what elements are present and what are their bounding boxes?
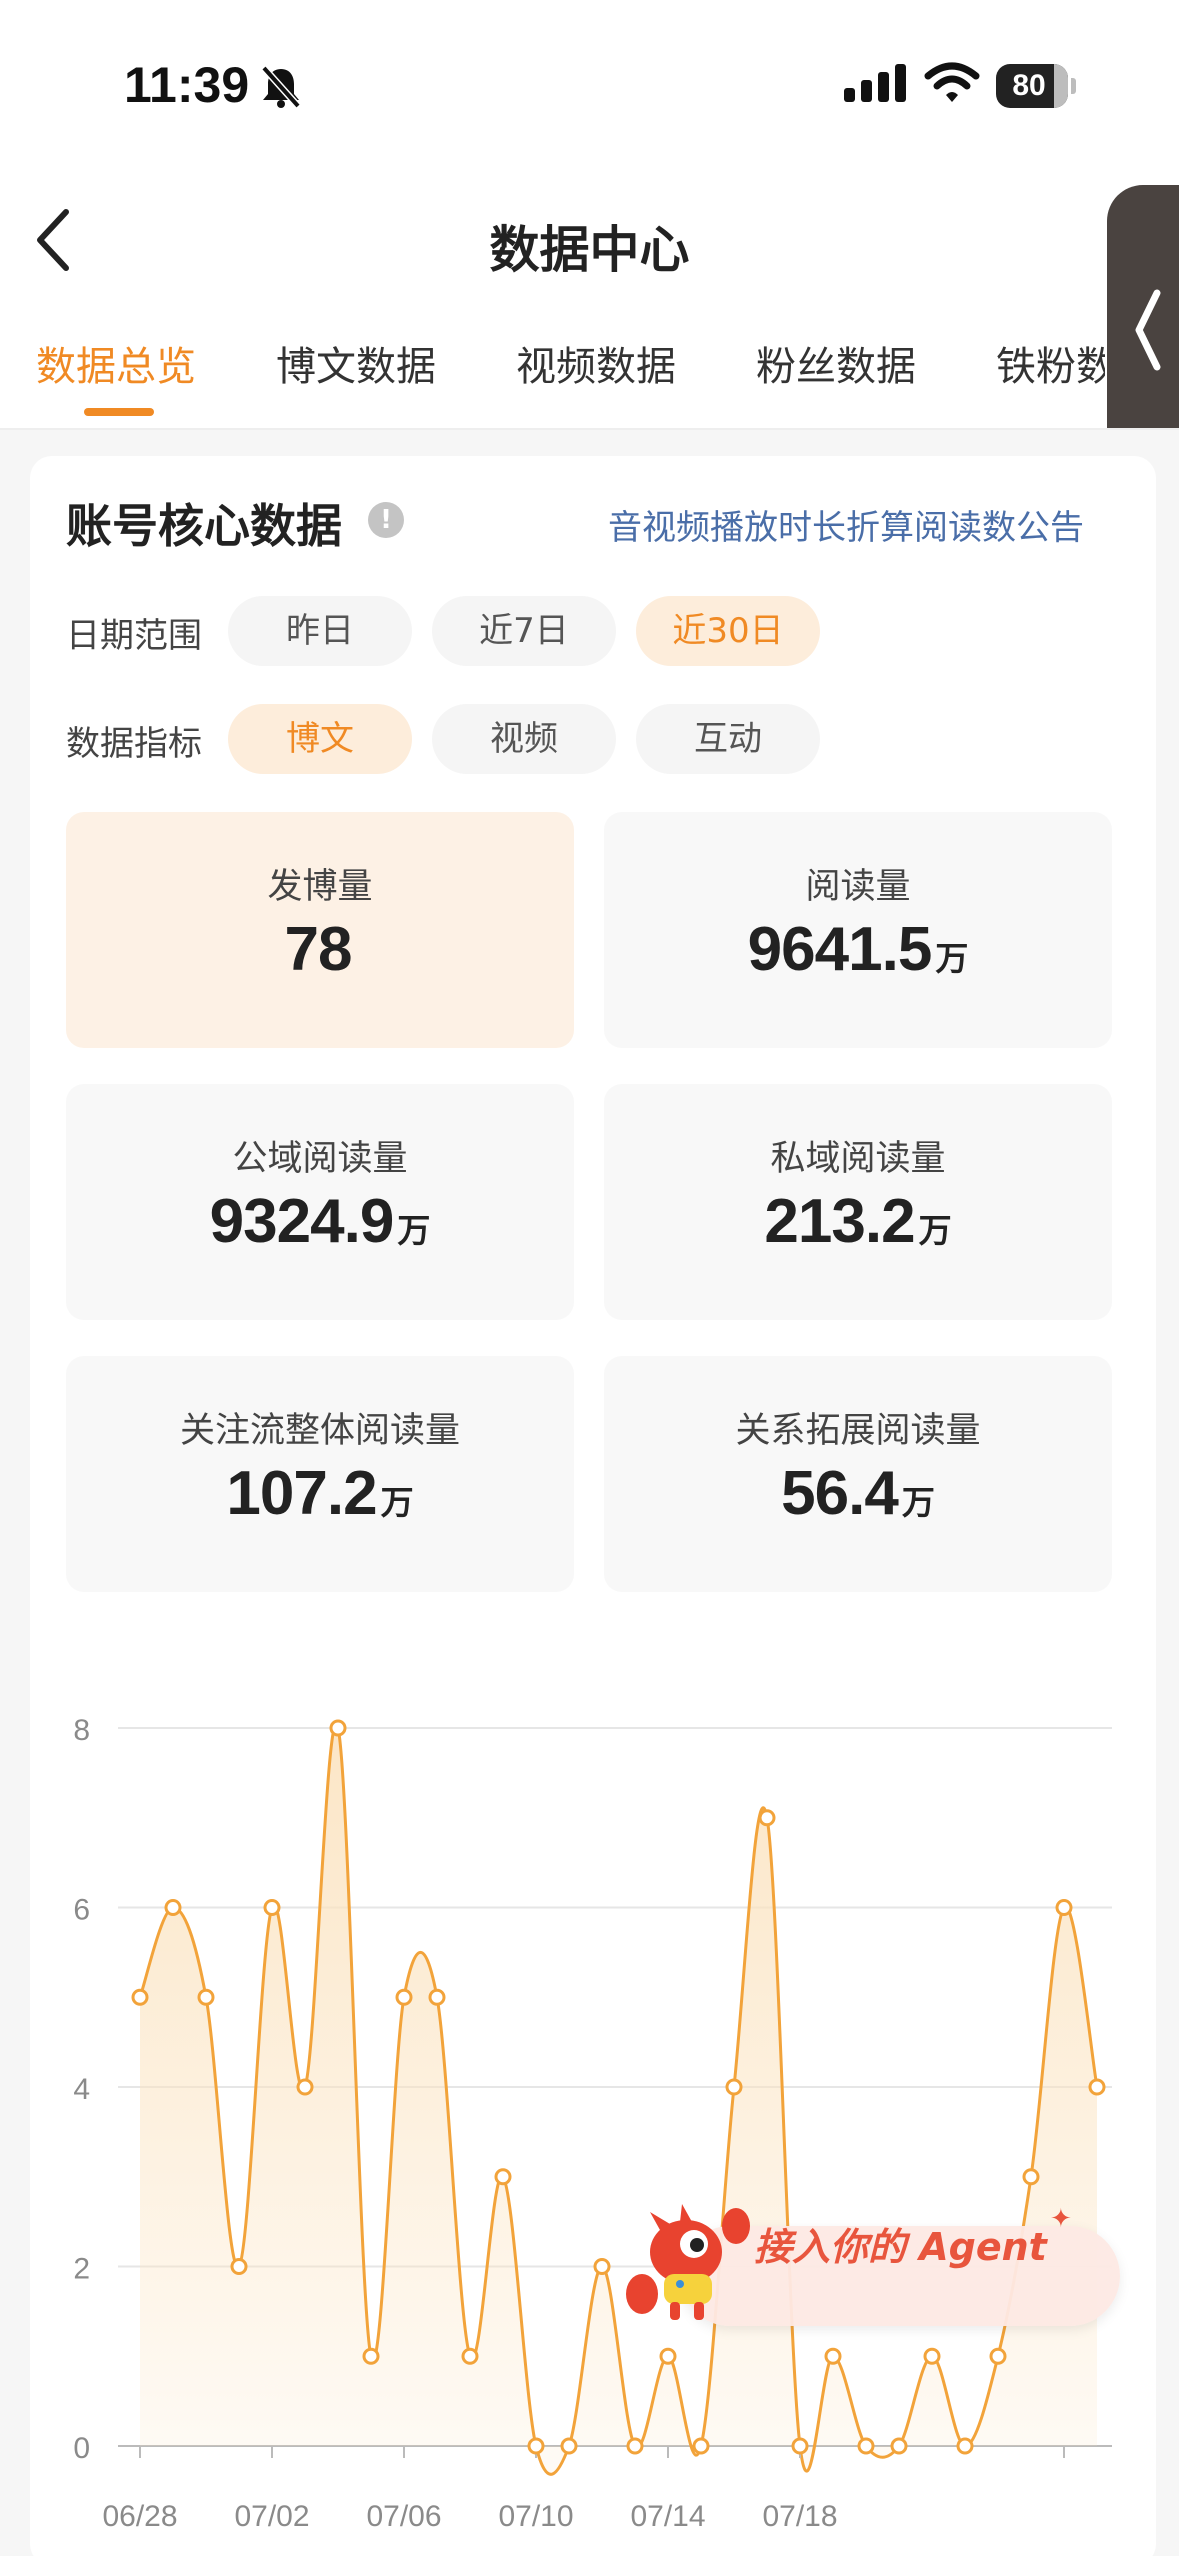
metric-value: 213.2 — [764, 1187, 915, 1256]
y-tick-label: 2 — [73, 2253, 90, 2286]
metric-value: 9641.5 — [747, 915, 933, 984]
tab-overview[interactable]: 数据总览 — [36, 334, 196, 392]
data-point — [791, 2437, 809, 2455]
data-point — [593, 2258, 611, 2275]
trend-chart[interactable]: 0 2 4 6 8 06/28 07/02 07/06 07/10 07/14 07/18 — [0, 1660, 1179, 2556]
metric-unit: 万 — [380, 1483, 414, 1522]
data-point — [560, 2437, 578, 2455]
section-title: 账号核心数据 — [66, 499, 342, 553]
date-option-30d[interactable]: 近30日 — [636, 596, 820, 666]
battery-icon: 80 — [996, 64, 1076, 108]
metric-card-relation-reads[interactable]: 关系拓展阅读量 56.4 万 — [604, 1356, 1112, 1592]
tab-bar: 数据总览 博文数据 视频数据 粉丝数据 铁粉数 — [0, 330, 1105, 430]
battery-level: 80 — [1012, 69, 1046, 102]
page-title: 数据中心 — [489, 221, 690, 279]
info-icon[interactable]: ! — [368, 502, 404, 538]
data-point — [692, 2437, 710, 2455]
chevron-left-icon — [1135, 289, 1161, 371]
metric-card-private-reads[interactable]: 私域阅读量 213.2 万 — [604, 1084, 1112, 1320]
metric-label: 关注流整体阅读量 — [179, 1411, 460, 1451]
data-point — [527, 2437, 545, 2455]
metric-label: 发博量 — [267, 867, 373, 907]
tab-iron-fans[interactable]: 铁粉数 — [996, 334, 1105, 392]
metric-label: 阅读量 — [805, 867, 911, 907]
data-point — [1022, 2168, 1040, 2186]
signal-icon — [844, 64, 906, 102]
data-point — [494, 2168, 512, 2186]
data-point — [824, 2347, 842, 2365]
status-time: 11:39 — [124, 57, 250, 113]
data-point — [659, 2347, 677, 2365]
sparkle-icon: ✦ — [1050, 2204, 1072, 2234]
data-point — [461, 2347, 479, 2365]
data-point — [395, 1988, 413, 2006]
metric-label: 关系拓展阅读量 — [735, 1411, 981, 1451]
data-point — [164, 1899, 182, 1916]
wifi-icon — [924, 62, 980, 102]
status-bar: 11:39 80 — [0, 0, 1179, 160]
data-point — [1055, 1899, 1073, 1916]
metric-value: 56.4 — [781, 1459, 899, 1528]
data-point — [725, 2078, 743, 2096]
metric-unit: 万 — [397, 1211, 431, 1250]
metric-option-post[interactable]: 博文 — [228, 704, 412, 774]
metric-unit: 万 — [918, 1211, 952, 1250]
x-tick-label: 07/10 — [498, 2500, 573, 2533]
metric-value: 9324.9 — [209, 1187, 395, 1256]
nav-bar: 数据中心 — [0, 190, 1179, 300]
data-point — [890, 2437, 908, 2455]
x-tick-label: 06/28 — [102, 2500, 177, 2533]
agent-label: 接入你的 Agent — [754, 2225, 1047, 2269]
bell-muted-icon — [261, 65, 301, 109]
date-option-7d[interactable]: 近7日 — [432, 596, 616, 666]
data-point — [857, 2437, 875, 2455]
data-point — [989, 2347, 1007, 2365]
data-point — [263, 1899, 281, 1916]
data-point — [296, 2078, 314, 2096]
y-tick-label: 6 — [73, 1894, 90, 1927]
x-tick-label: 07/14 — [630, 2500, 705, 2533]
metric-card-public-reads[interactable]: 公域阅读量 9324.9 万 — [66, 1084, 574, 1320]
data-point — [197, 1988, 215, 2006]
metric-option-video[interactable]: 视频 — [432, 704, 616, 774]
metric-option-interaction[interactable]: 互动 — [636, 704, 820, 774]
y-tick-label: 4 — [73, 2073, 90, 2106]
tab-post-data[interactable]: 博文数据 — [276, 334, 436, 392]
x-tick-label: 07/02 — [234, 2500, 309, 2533]
data-point — [329, 1719, 347, 1737]
metric-card-reads[interactable]: 阅读量 9641.5 万 — [604, 812, 1112, 1048]
metric-type-label: 数据指标 — [66, 724, 202, 764]
metric-value: 107.2 — [226, 1459, 377, 1528]
tab-fans-data[interactable]: 粉丝数据 — [756, 334, 916, 392]
data-point — [362, 2347, 380, 2365]
metric-label: 公域阅读量 — [232, 1139, 408, 1179]
data-point — [923, 2347, 941, 2365]
data-point — [956, 2437, 974, 2455]
tab-video-data[interactable]: 视频数据 — [516, 334, 676, 392]
data-point — [428, 1988, 446, 2006]
mascot-icon — [626, 2204, 750, 2320]
x-tick-label: 07/18 — [762, 2500, 837, 2533]
data-point — [230, 2258, 248, 2275]
metric-card-follow-feed-reads[interactable]: 关注流整体阅读量 107.2 万 — [66, 1356, 574, 1592]
date-option-yesterday[interactable]: 昨日 — [228, 596, 412, 666]
date-range-label: 日期范围 — [66, 616, 202, 656]
data-point — [626, 2437, 644, 2455]
data-point — [131, 1988, 149, 2006]
y-tick-label: 8 — [73, 1714, 90, 1747]
data-point — [1088, 2078, 1106, 2096]
metric-label: 私域阅读量 — [770, 1139, 946, 1179]
metric-unit: 万 — [935, 939, 969, 978]
data-point — [758, 1809, 776, 1827]
notice-link[interactable]: 音视频播放时长折算阅读数公告 — [608, 500, 1084, 549]
metric-value: 78 — [284, 915, 353, 984]
y-tick-label: 0 — [73, 2432, 90, 2465]
agent-badge[interactable]: 接入你的 Agent ✦ — [620, 2190, 1120, 2330]
x-tick-label: 07/06 — [366, 2500, 441, 2533]
metric-unit: 万 — [901, 1483, 935, 1522]
tab-indicator — [84, 408, 154, 416]
metric-card-posts[interactable]: 发博量 78 — [66, 812, 574, 1048]
